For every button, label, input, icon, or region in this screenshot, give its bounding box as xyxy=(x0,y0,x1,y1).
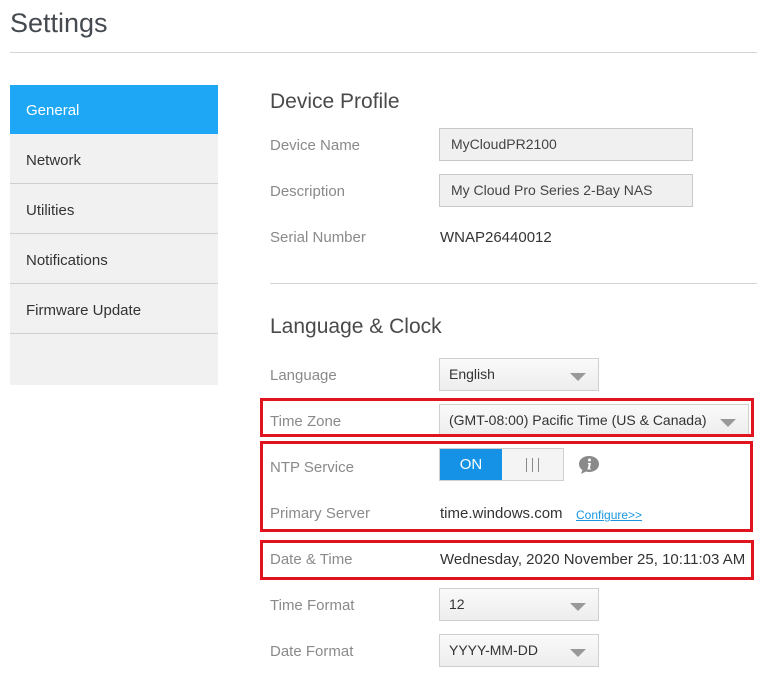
chevron-down-icon xyxy=(570,373,586,381)
device-name-input[interactable]: MyCloudPR2100 xyxy=(439,128,693,161)
language-clock-title: Language & Clock xyxy=(270,315,442,338)
date-format-label: Date Format xyxy=(270,643,354,660)
sidebar-item-network[interactable]: Network xyxy=(10,135,218,184)
chevron-down-icon xyxy=(570,649,586,657)
time-format-select-value: 12 xyxy=(449,596,465,612)
time-format-select[interactable]: 12 xyxy=(439,588,599,621)
ntp-highlight xyxy=(260,441,753,532)
time-zone-highlight xyxy=(260,398,754,437)
header-divider xyxy=(10,52,757,53)
serial-number-label: Serial Number xyxy=(270,229,366,246)
chevron-down-icon xyxy=(570,603,586,611)
sidebar-item-notifications[interactable]: Notifications xyxy=(10,235,218,284)
section-divider xyxy=(270,283,757,284)
date-format-select-value: YYYY-MM-DD xyxy=(449,642,538,658)
sidebar-item-general[interactable]: General xyxy=(10,85,218,134)
time-format-label: Time Format xyxy=(270,597,355,614)
sidebar: General Network Utilities Notifications … xyxy=(10,85,218,385)
description-label: Description xyxy=(270,183,346,200)
device-profile-title: Device Profile xyxy=(270,90,400,113)
date-format-select[interactable]: YYYY-MM-DD xyxy=(439,634,599,667)
sidebar-item-firmware-update[interactable]: Firmware Update xyxy=(10,285,218,334)
device-name-label: Device Name xyxy=(270,137,361,154)
sidebar-item-utilities[interactable]: Utilities xyxy=(10,185,218,234)
description-input[interactable]: My Cloud Pro Series 2-Bay NAS xyxy=(439,174,693,207)
language-label: Language xyxy=(270,367,337,384)
date-time-highlight xyxy=(260,540,754,580)
page-title: Settings xyxy=(10,8,108,38)
language-select-value: English xyxy=(449,366,495,382)
serial-number-value: WNAP26440012 xyxy=(440,229,552,246)
language-select[interactable]: English xyxy=(439,358,599,391)
